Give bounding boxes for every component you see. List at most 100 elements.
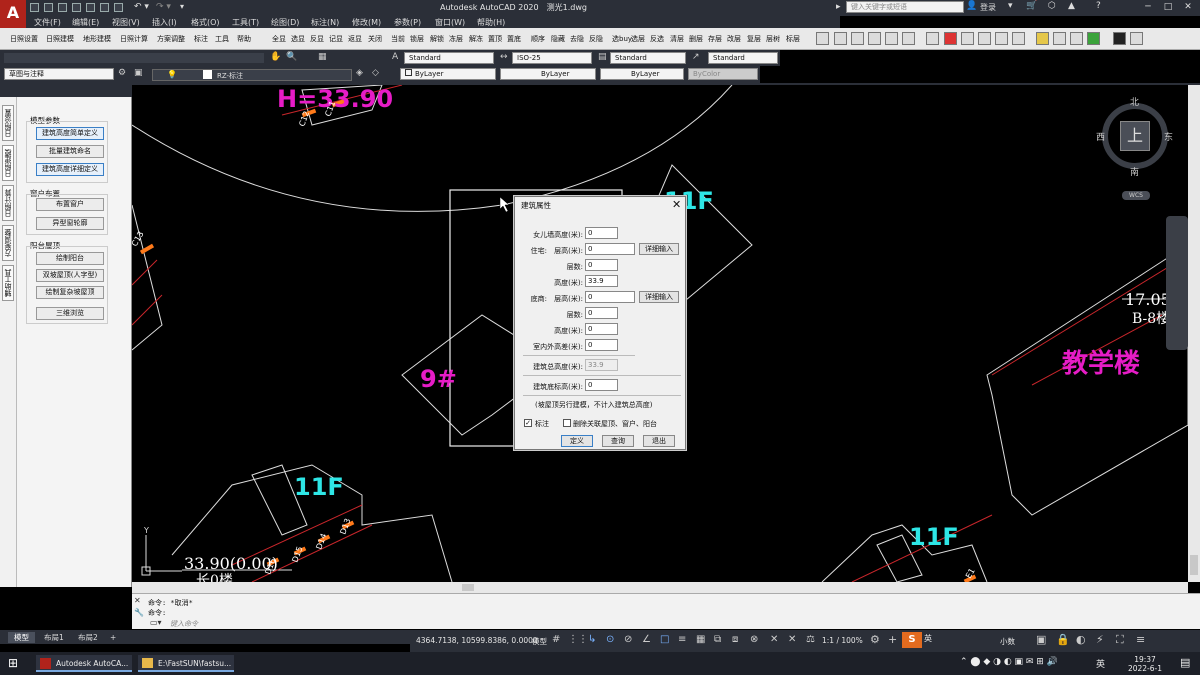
layer-unhide[interactable]: 去隐 xyxy=(570,34,584,44)
lock-ui-icon[interactable]: 🔒 xyxy=(1056,633,1070,646)
tool-icon-3[interactable] xyxy=(851,32,864,45)
command-input[interactable]: 键入命令 xyxy=(170,619,198,629)
layer-select-by[interactable]: 选buy xyxy=(612,34,632,44)
selection-cycling-icon[interactable]: ⧉ xyxy=(714,634,721,645)
model-space-button[interactable]: 模型 xyxy=(532,636,547,647)
layer-reverse-hide[interactable]: 反隐 xyxy=(589,34,603,44)
login-button[interactable]: 登录 xyxy=(980,2,996,13)
dialog-close-button[interactable]: ✕ xyxy=(672,198,681,211)
parapet-height-input[interactable]: 0 xyxy=(585,227,618,239)
menu-help[interactable]: 帮助(H) xyxy=(477,17,505,28)
tool-icon-14[interactable] xyxy=(1053,32,1066,45)
text-style-select[interactable]: Standard xyxy=(404,52,494,64)
lineweight-icon[interactable]: ≡ xyxy=(678,634,686,645)
wcs-menu[interactable]: WCS xyxy=(1122,191,1150,200)
annotation-scale-value[interactable]: 1:1 / 100% xyxy=(822,636,863,645)
layer-close[interactable]: 关闭 xyxy=(368,34,382,44)
navigation-bar[interactable] xyxy=(1166,216,1188,350)
snap-icon[interactable]: ⋮⋮ xyxy=(568,634,588,645)
open-icon[interactable] xyxy=(44,3,53,12)
save-as-icon[interactable] xyxy=(72,3,81,12)
commercial-height-input[interactable]: 0 xyxy=(585,323,618,335)
menu-draw[interactable]: 绘图(D) xyxy=(271,17,299,28)
commercial-floors-input[interactable]: 0 xyxy=(585,307,618,319)
residential-floor-height-input[interactable]: 0 xyxy=(585,243,635,255)
properties-icon[interactable]: ▦ xyxy=(318,52,327,62)
layer-lock[interactable]: 锁层 xyxy=(410,34,424,44)
standard-icons[interactable] xyxy=(4,53,264,63)
toolbar-help[interactable]: 帮助 xyxy=(237,34,251,44)
notification-icon[interactable]: ▤ xyxy=(1180,656,1190,669)
cursor-coordinates[interactable]: 4364.7138, 10599.8386, 0.0000 xyxy=(416,636,538,645)
layer-select-show[interactable]: 选显 xyxy=(291,34,305,44)
toolbar-sun-modeling[interactable]: 日照建模 xyxy=(46,34,74,44)
close-command-icon[interactable]: ✕ xyxy=(134,596,141,605)
query-button[interactable]: 查询 xyxy=(602,435,634,447)
tray-ime-language[interactable]: 英 xyxy=(1096,657,1105,670)
menu-window[interactable]: 窗口(W) xyxy=(435,17,465,28)
define-height-detail-button[interactable]: 建筑高度详细定义 xyxy=(36,163,104,176)
menu-file[interactable]: 文件(F) xyxy=(34,17,61,28)
residential-height-input[interactable]: 33.9 xyxy=(585,275,618,287)
tool-icon-18[interactable] xyxy=(1130,32,1143,45)
transparency-icon[interactable]: ▦ xyxy=(696,634,705,645)
tool-icon-7[interactable] xyxy=(926,32,939,45)
workspace-gear-icon[interactable]: ⚙ xyxy=(870,633,880,646)
layer-properties-icon[interactable]: ▣ xyxy=(134,68,143,78)
layer-current[interactable]: 当前 xyxy=(391,34,405,44)
polar-icon[interactable]: ⊙ xyxy=(606,634,614,645)
compass-east[interactable]: 东 xyxy=(1164,130,1173,143)
tool-icon-13[interactable] xyxy=(1036,32,1049,45)
menu-insert[interactable]: 插入(I) xyxy=(152,17,177,28)
layer-previous-icon[interactable]: ◇ xyxy=(372,68,379,78)
lineweight-select[interactable]: ByLayer xyxy=(600,68,684,80)
vertical-scrollbar[interactable] xyxy=(1188,85,1200,582)
toolbar-sun-calc[interactable]: 日照计算 xyxy=(120,34,148,44)
dim-style-select[interactable]: ISO-25 xyxy=(512,52,592,64)
menu-format[interactable]: 格式(O) xyxy=(191,17,220,28)
draw-balcony-button[interactable]: 绘制阳台 xyxy=(36,252,104,265)
units-value[interactable]: 小数 xyxy=(1000,636,1015,647)
layer-reverse-show[interactable]: 反显 xyxy=(310,34,324,44)
auto-scale-icon[interactable]: ✕ xyxy=(788,634,796,645)
vtab-sun-modeling[interactable]: 日照建模 xyxy=(2,145,14,181)
vtab-sun-settings[interactable]: 日照设置 xyxy=(2,105,14,141)
layer-freeze[interactable]: 冻层 xyxy=(449,34,463,44)
batch-name-button[interactable]: 批量建筑命名 xyxy=(36,145,104,158)
layer-order[interactable]: 顺序 xyxy=(531,34,545,44)
mleader-style-select[interactable]: Standard xyxy=(708,52,778,64)
viewcube-top-face[interactable]: 上 xyxy=(1120,121,1150,151)
commercial-detail-button[interactable]: 详细输入 xyxy=(639,291,679,303)
horizontal-scrollbar[interactable] xyxy=(132,582,1188,593)
3d-osnap-icon[interactable]: ⧈ xyxy=(732,634,738,645)
tool-icon-2[interactable] xyxy=(834,32,847,45)
layer-clean[interactable]: 清层 xyxy=(670,34,684,44)
layer-record-show[interactable]: 记显 xyxy=(329,34,343,44)
tab-layout2[interactable]: 布局2 xyxy=(72,632,104,643)
gable-roof-button[interactable]: 双坡屋顶(人字型) xyxy=(36,269,104,282)
minimize-button[interactable]: ─ xyxy=(1138,0,1158,14)
a360-icon[interactable]: ⬡ xyxy=(1048,1,1056,11)
layer-delete[interactable]: 删层 xyxy=(689,34,703,44)
tool-icon-4[interactable] xyxy=(868,32,881,45)
help-icon[interactable]: ? xyxy=(1096,1,1101,11)
menu-dimension[interactable]: 标注(N) xyxy=(311,17,339,28)
clean-screen-icon[interactable]: ⛶ xyxy=(1116,633,1124,647)
vertical-scroll-thumb[interactable] xyxy=(1190,555,1198,575)
tool-icon-10[interactable] xyxy=(978,32,991,45)
object-snap-icon[interactable]: □ xyxy=(660,634,669,645)
commercial-floor-height-input[interactable]: 0 xyxy=(585,291,635,303)
toolbar-tools[interactable]: 工具 xyxy=(215,34,229,44)
ime-logo-icon[interactable]: S xyxy=(902,632,922,648)
hardware-accel-icon[interactable]: ⚡ xyxy=(1096,633,1104,646)
vtab-plan-adjust[interactable]: 方案调整 xyxy=(2,225,14,261)
redo-icon[interactable]: ↷ ▾ xyxy=(156,2,171,12)
isolate-objects-icon[interactable]: ◐ xyxy=(1076,633,1086,646)
layer-hide[interactable]: 隐藏 xyxy=(551,34,565,44)
stay-connected-icon[interactable]: ▲ xyxy=(1068,1,1075,11)
layer-mark[interactable]: 标层 xyxy=(786,34,800,44)
autodesk-store-icon[interactable]: 🛒 xyxy=(1026,1,1037,11)
menu-edit[interactable]: 编辑(E) xyxy=(72,17,99,28)
layer-send-bottom[interactable]: 置底 xyxy=(507,34,521,44)
tool-icon-15[interactable] xyxy=(1070,32,1083,45)
